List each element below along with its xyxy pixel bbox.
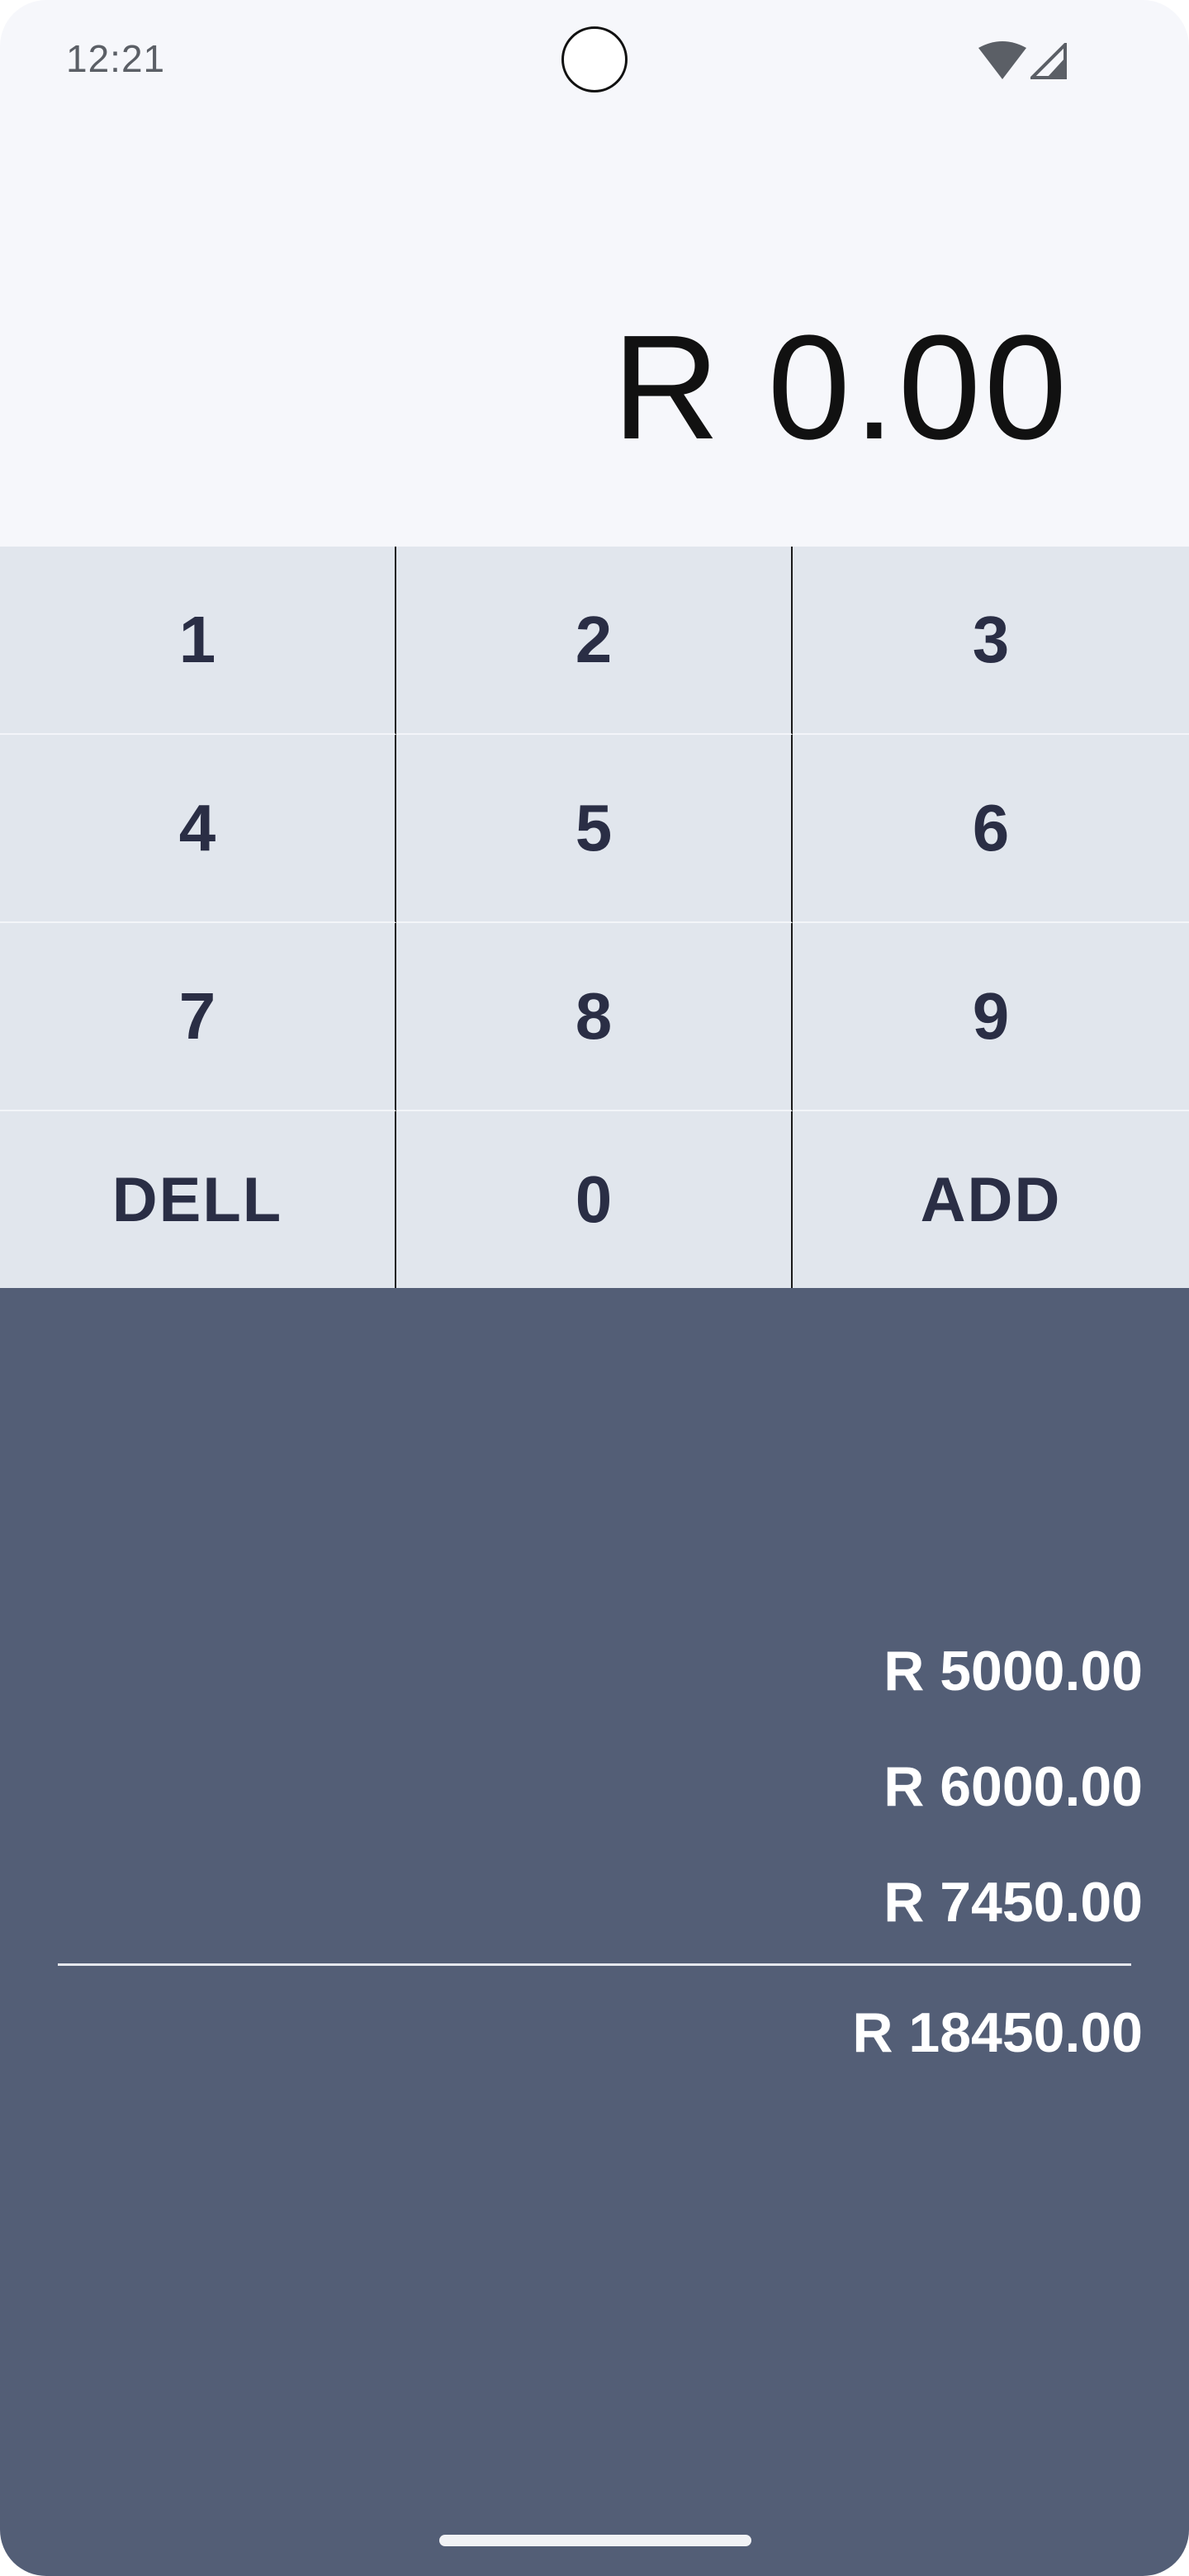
key-8[interactable]: 8 (396, 923, 793, 1111)
key-2[interactable]: 2 (396, 547, 793, 735)
key-9[interactable]: 9 (793, 923, 1189, 1111)
camera-cutout (561, 26, 628, 92)
home-indicator[interactable] (439, 2535, 751, 2546)
display-value: R 0.00 (612, 305, 1070, 471)
delete-button[interactable]: DELL (0, 1111, 396, 1288)
cellular-signal-icon (1030, 43, 1067, 79)
list-item: R 6000.00 (883, 1755, 1143, 1818)
keypad: 1 2 3 4 5 6 7 8 9 DELL 0 ADD (0, 547, 1189, 1288)
key-1[interactable]: 1 (0, 547, 396, 735)
amount-display: R 0.00 (0, 124, 1189, 547)
wifi-icon (978, 41, 1026, 79)
list-item: R 5000.00 (883, 1640, 1143, 1702)
total-amount: R 18450.00 (852, 2001, 1143, 2064)
key-7[interactable]: 7 (0, 923, 396, 1111)
key-6[interactable]: 6 (793, 735, 1189, 923)
key-4[interactable]: 4 (0, 735, 396, 923)
status-time: 12:21 (66, 37, 166, 80)
app-screen: 12:21 R 0.00 1 2 3 4 5 6 7 8 9 DELL 0 AD… (0, 0, 1189, 2576)
add-button[interactable]: ADD (793, 1111, 1189, 1288)
total-divider (58, 1963, 1131, 1966)
results-panel: R 5000.00 R 6000.00 R 7450.00 R 18450.00 (0, 1288, 1189, 2576)
key-0[interactable]: 0 (396, 1111, 793, 1288)
key-5[interactable]: 5 (396, 735, 793, 923)
key-3[interactable]: 3 (793, 547, 1189, 735)
status-bar: 12:21 (0, 0, 1189, 124)
list-item: R 7450.00 (883, 1871, 1143, 1934)
